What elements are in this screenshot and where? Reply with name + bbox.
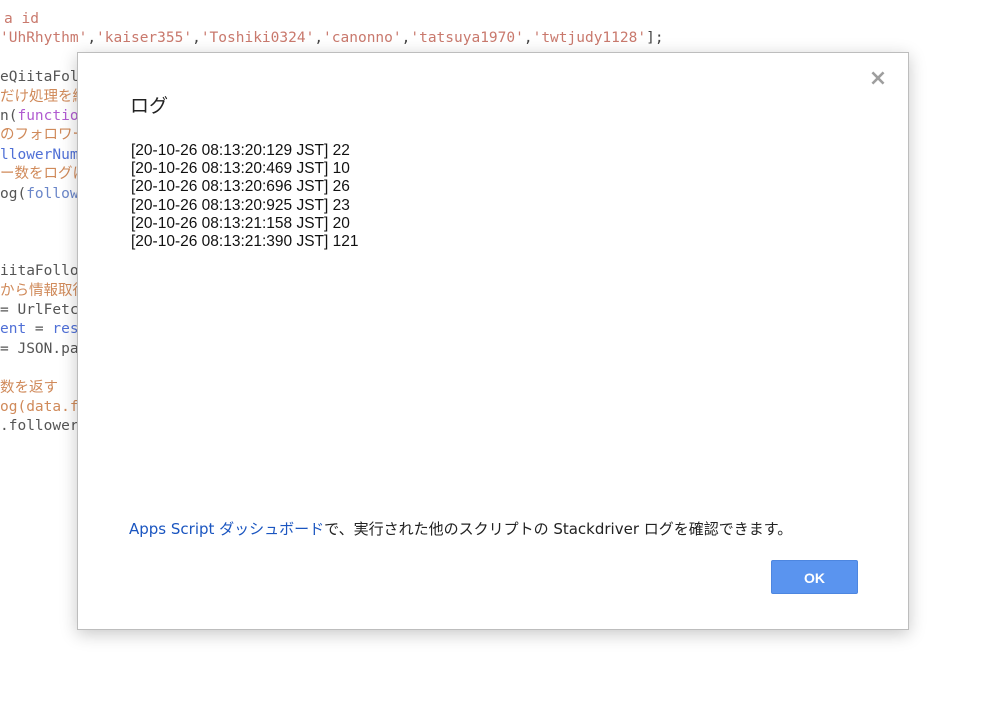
code-token: ]; <box>646 30 664 47</box>
code-token: = <box>26 321 53 338</box>
dialog-title: ログ <box>130 95 169 117</box>
code-line: ー数をログに <box>0 164 87 184</box>
code-line: から情報取得 <box>0 281 87 301</box>
footer-text: で、実行された他のスクリプトの Stackdriver ログを確認できます。 <box>324 520 793 538</box>
code-token: ent <box>0 321 27 338</box>
code-line: 'UhRhythm','kaiser355','Toshiki0324','ca… <box>0 28 664 48</box>
apps-script-dashboard-link[interactable]: Apps Script ダッシュボード <box>129 520 324 538</box>
code-token: 'twtjudy1128' <box>532 30 647 47</box>
footer-note: Apps Script ダッシュボードで、実行された他のスクリプトの Stack… <box>129 518 792 539</box>
code-token: og(data.f <box>0 399 79 415</box>
ok-button[interactable]: OK <box>771 560 858 594</box>
code-token: .follower <box>0 418 79 435</box>
code-token: a id <box>4 11 39 27</box>
code-line: .follower <box>0 416 79 436</box>
log-line: [20-10-26 08:13:20:129 JST] 22 <box>131 142 350 159</box>
code-line: a id <box>4 9 39 29</box>
log-line: [20-10-26 08:13:20:925 JST] 23 <box>131 196 350 214</box>
code-line: ent = res. <box>0 319 87 339</box>
close-icon[interactable]: × <box>866 67 890 91</box>
code-token: 'kaiser355' <box>96 30 193 47</box>
code-line: eQiitaFol <box>0 67 79 87</box>
code-token: , <box>314 30 324 47</box>
log-output: [20-10-26 08:13:20:129 JST] 22 [20-10-26 … <box>131 142 359 251</box>
code-line: og(data.f <box>0 397 79 417</box>
code-token: 'canonno' <box>323 30 402 47</box>
code-line: og(follow <box>0 184 79 204</box>
code-token: 'tatsuya1970' <box>410 30 524 47</box>
log-line: [20-10-26 08:13:20:469 JST] 10 <box>131 160 350 178</box>
code-line: 数を返す <box>0 378 58 398</box>
code-token: og( <box>0 185 27 202</box>
code-line: = JSON.pa <box>0 339 79 359</box>
code-token: n( <box>0 108 18 124</box>
code-token: llowerNum <box>0 146 79 163</box>
log-dialog: ログ × [20-10-26 08:13:20:129 JST] 22 [20-1… <box>77 52 909 630</box>
code-token: だけ処理を繰 <box>0 88 87 105</box>
code-token: , <box>87 30 97 47</box>
log-line: [20-10-26 08:13:21:158 JST] 20 <box>131 214 350 232</box>
code-token: 数を返す <box>0 379 58 396</box>
log-line: [20-10-26 08:13:20:696 JST] 26 <box>131 178 350 196</box>
code-line: iitaFollo <box>0 261 79 281</box>
code-token: 'Toshiki0324' <box>200 30 315 47</box>
code-token: 'UhRhythm' <box>0 30 88 47</box>
code-line: = UrlFetch <box>0 300 87 320</box>
code-token: , <box>192 30 201 47</box>
code-token: ー数をログに <box>0 166 87 183</box>
code-token: follow <box>26 185 79 202</box>
code-token: から情報取得 <box>0 282 87 299</box>
log-line: [20-10-26 08:13:21:390 JST] 121 <box>131 233 359 251</box>
code-token: = UrlFetch <box>0 302 88 318</box>
code-line: n(function <box>0 106 87 126</box>
code-line: llowerNum <box>0 145 79 165</box>
code-token: eQiitaFol <box>0 69 79 86</box>
code-line: だけ処理を繰 <box>0 87 87 107</box>
code-token: = JSON.pa <box>0 340 79 357</box>
code-token: iitaFollo <box>0 263 79 280</box>
code-token: , <box>523 30 533 47</box>
